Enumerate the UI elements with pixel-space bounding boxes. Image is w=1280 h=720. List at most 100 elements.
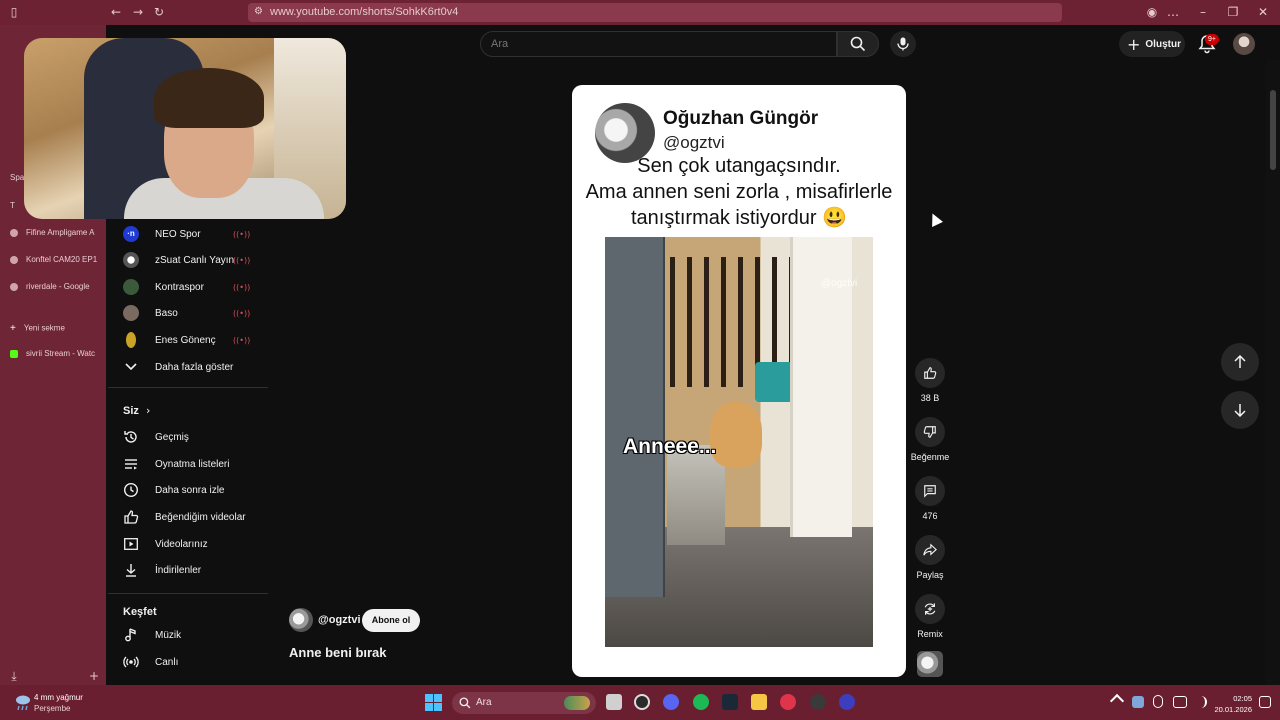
steam-icon[interactable] [722,694,738,710]
previous-short-button[interactable] [1221,343,1259,381]
discord-icon[interactable] [663,694,679,710]
page-scrollbar[interactable] [1266,60,1280,685]
create-button[interactable]: + Oluştur [1119,31,1185,57]
browser-app-icon[interactable] [780,694,796,710]
subscription-label: Enes Gönenç [155,334,216,346]
notification-center-icon[interactable] [1259,696,1271,708]
tab-label: Spa [10,173,25,182]
remix-button[interactable]: Remix [910,594,950,639]
channel-avatar [123,332,139,348]
dislike-label: Beğenme [910,452,950,462]
maximize-icon[interactable]: ❐ [1225,4,1241,20]
add-tab-icon[interactable]: + [86,668,102,684]
address-bar[interactable]: ⚙ www.youtube.com/shorts/SohkK6rt0v4 [248,3,1062,22]
thumbs-up-icon [123,509,139,525]
tab-item[interactable]: sivrii Stream - Watc [10,349,100,358]
webcam-streamer-hair [154,68,264,128]
file-explorer-icon[interactable] [751,694,767,710]
sidebar-item-music[interactable]: Müzik [108,622,268,648]
sidebar-item-history[interactable]: Geçmiş [108,424,268,450]
show-more-button[interactable]: Daha fazla göster [108,354,268,380]
sidebar-item-liked-videos[interactable]: Beğendiğim videolar [108,504,268,530]
arrow-down-icon [1234,404,1246,417]
tab-item[interactable]: Konftel CAM20 EP1 [10,255,100,264]
rain-cloud-icon[interactable] [13,692,33,712]
menu-dots-icon[interactable]: … [1165,4,1181,20]
chevron-down-icon [123,359,139,375]
extension-icon[interactable]: ◉ [1144,4,1160,20]
clock-time[interactable]: 02:05 [1192,694,1252,703]
you-section-header[interactable]: Siz › [123,404,150,417]
live-indicator-icon: ((•)) [233,229,251,239]
subscription-item[interactable]: ·n NEO Spor ((•)) [108,221,268,247]
sidebar-item-live[interactable]: Canlı [108,649,268,675]
subscription-label: Baso [155,307,178,319]
channel-avatar[interactable] [289,608,313,632]
scrollbar-thumb[interactable] [1270,90,1276,170]
windows-start-icon[interactable] [425,694,442,711]
new-tab-item[interactable]: + Yeni sekme [10,323,100,334]
sidebar-divider [108,387,268,388]
subscription-item[interactable]: Enes Gönenç ((•)) [108,327,268,353]
weather-description[interactable]: 4 mm yağmur [34,693,83,702]
channel-name[interactable]: @ogztvi [318,614,361,626]
subscription-label: Kontraspor [155,281,204,293]
back-icon[interactable]: ← [108,4,124,20]
forward-icon[interactable]: → [130,4,146,20]
screen: ▯ ← → ↻ ⚙ www.youtube.com/shorts/SohkK6r… [0,0,1280,720]
share-icon [915,535,945,565]
app-icon[interactable] [810,694,826,710]
comment-count: 476 [922,511,938,521]
share-button[interactable]: Paylaş [910,535,950,580]
app-icon[interactable] [839,694,855,710]
you-section-title: Siz [123,405,139,417]
microphone-icon[interactable] [1153,695,1163,708]
tray-overflow-chevron-icon[interactable] [1109,693,1125,709]
tab-item[interactable]: Fifine Ampligame A [10,228,100,237]
search-icon [459,697,471,709]
live-indicator-icon: ((•)) [233,335,251,345]
voice-search-button[interactable] [890,31,916,57]
close-icon[interactable]: ✕ [1255,4,1271,20]
subscription-item[interactable]: Kontraspor ((•)) [108,274,268,300]
subscription-item[interactable]: zSuat Canlı Yayın ((•)) [108,247,268,273]
weather-day: Perşembe [34,704,71,713]
sidebar-item-label: Oynatma listeleri [155,458,230,470]
comments-button[interactable]: 476 [910,476,950,521]
next-short-button[interactable] [1221,391,1259,429]
download-icon[interactable]: ⤓ [6,668,22,684]
sidebar-item-watch-later[interactable]: Daha sonra izle [108,477,268,503]
search-input[interactable] [480,31,837,57]
sidebar-toggle-icon[interactable]: ▯ [6,4,22,20]
history-icon [123,429,139,445]
shorts-video-player[interactable]: Oğuzhan Güngör @ogztvi Sen çok utangaçsı… [572,85,906,677]
minimize-icon[interactable]: – [1195,4,1211,20]
site-info-icon[interactable]: ⚙ [254,6,263,17]
task-view-icon[interactable] [606,694,622,710]
embedded-cat-video: Anneee... @ogztvi [605,237,873,647]
clock-date[interactable]: 20.01.2026 [1192,705,1252,714]
sidebar-item-your-videos[interactable]: Videolarınız [108,531,268,557]
search-button[interactable] [837,31,879,57]
subscribe-button[interactable]: Abone ol [362,609,420,632]
sidebar-item-downloads[interactable]: İndirilenler [108,557,268,583]
like-button[interactable]: 38 B [910,358,950,403]
obs-icon[interactable] [634,694,650,710]
tweet-text: Sen çok utangaçsındır. Ama annen seni zo… [572,153,906,231]
sidebar-item-label: Canlı [155,656,179,668]
plus-icon: + [10,323,16,334]
network-icon[interactable] [1173,696,1187,708]
reload-icon[interactable]: ↻ [151,4,167,20]
sidebar-item-playlists[interactable]: Oynatma listeleri [108,451,268,477]
tab-item[interactable]: riverdale - Google [10,282,100,291]
tab-label: Yeni sekme [23,323,65,333]
channel-avatar [123,305,139,321]
subscription-item[interactable]: Baso ((•)) [108,300,268,326]
spotify-icon[interactable] [693,694,709,710]
taskbar-search-box[interactable]: Ara [452,692,596,714]
avatar[interactable] [1233,33,1255,55]
sound-thumbnail[interactable] [917,651,943,677]
onedrive-icon[interactable] [1132,696,1144,708]
dislike-button[interactable]: Beğenme [910,417,950,462]
create-label: Oluştur [1145,38,1181,50]
